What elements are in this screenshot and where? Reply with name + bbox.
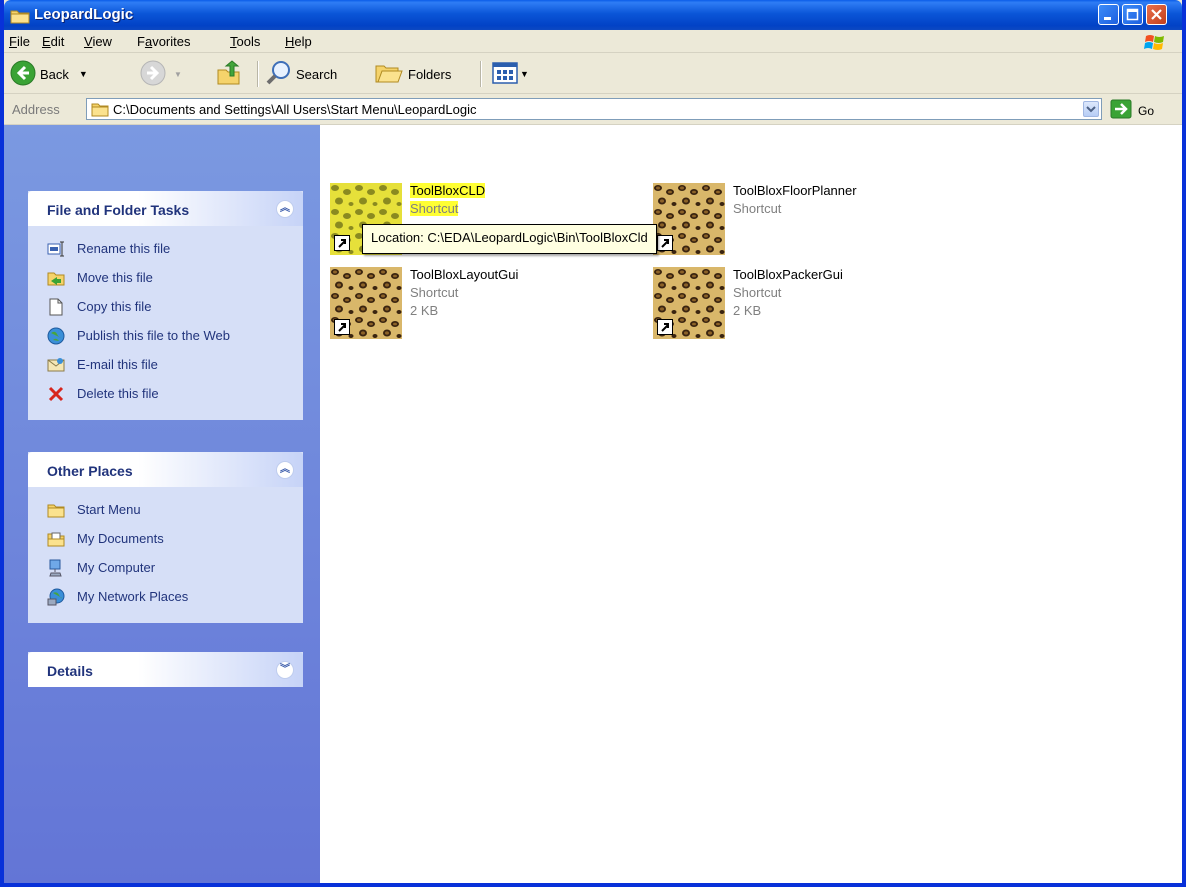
title-bar[interactable]: LeopardLogic [4, 0, 1182, 30]
window-title: LeopardLogic [34, 6, 134, 23]
views-button[interactable]: ▼ [492, 61, 529, 88]
rename-icon [47, 240, 65, 258]
minimize-button[interactable] [1098, 4, 1119, 25]
go-button[interactable]: Go [1110, 99, 1154, 122]
toolbar-separator [257, 61, 259, 87]
place-my-network[interactable]: My Network Places [47, 582, 303, 611]
file-type: Shortcut [733, 201, 782, 216]
collapse-chevron-icon[interactable]: ︽ [276, 461, 294, 479]
folders-button[interactable]: Folders [374, 62, 451, 86]
location-tooltip: Location: C:\EDA\LeopardLogic\Bin\ToolBl… [362, 224, 657, 254]
task-email[interactable]: E-mail this file [47, 350, 303, 379]
shortcut-arrow-icon [334, 319, 350, 335]
search-button[interactable]: Search [266, 60, 338, 89]
folders-label: Folders [408, 66, 452, 82]
file-type: Shortcut [410, 201, 459, 216]
file-size: 2 KB [410, 303, 439, 318]
delete-x-icon [47, 385, 65, 403]
task-delete[interactable]: Delete this file [47, 379, 303, 408]
file-list-view: ToolBloxCLD Shortcut ToolBloxFloorPlanne… [320, 125, 1182, 883]
go-label: Go [1138, 103, 1155, 118]
address-value: C:\Documents and Settings\All Users\Star… [113, 102, 477, 117]
task-pane: File and Folder Tasks ︽ Rename this file… [4, 125, 320, 883]
file-size: 2 KB [733, 303, 762, 318]
task-copy[interactable]: Copy this file [47, 292, 303, 321]
address-label: Address [12, 102, 60, 117]
back-button[interactable]: Back ▼ [10, 60, 88, 89]
standard-toolbar: Back ▼ ▼ Search Folders ▼ [4, 53, 1182, 94]
place-start-menu[interactable]: Start Menu [47, 495, 303, 524]
panel-title: Details [47, 663, 93, 679]
menu-view[interactable]: View [84, 34, 112, 49]
panel-title: File and Folder Tasks [47, 202, 190, 218]
search-icon [266, 60, 292, 89]
folders-icon [374, 60, 404, 89]
task-rename[interactable]: Rename this file [47, 234, 303, 263]
folder-icon [10, 8, 30, 27]
search-label: Search [296, 66, 338, 82]
up-folder-icon [216, 59, 242, 89]
shortcut-arrow-icon [657, 235, 673, 251]
close-button[interactable] [1146, 4, 1167, 25]
file-item[interactable]: ToolBloxPackerGui Shortcut 2 KB [653, 267, 953, 339]
menu-edit[interactable]: Edit [42, 34, 64, 49]
copy-icon [47, 298, 65, 316]
explorer-window: LeopardLogic File Edit View Favorites To… [0, 0, 1186, 887]
file-type: Shortcut [733, 285, 782, 300]
file-item[interactable]: ToolBloxLayoutGui Shortcut 2 KB [330, 267, 630, 339]
details-panel: Details ︾ [28, 652, 303, 687]
forward-arrow-icon [140, 60, 166, 89]
file-folder-tasks-panel: File and Folder Tasks ︽ Rename this file… [28, 191, 303, 420]
my-computer-icon [47, 559, 65, 577]
other-places-header[interactable]: Other Places ︽ [28, 452, 303, 487]
email-icon [47, 356, 65, 374]
place-my-computer[interactable]: My Computer [47, 553, 303, 582]
file-type: Shortcut [410, 285, 459, 300]
back-arrow-icon [10, 60, 36, 89]
views-icon [492, 61, 518, 88]
move-icon [47, 269, 65, 287]
menu-tools[interactable]: Tools [230, 34, 260, 49]
panel-title: Other Places [47, 463, 133, 479]
file-name: ToolBloxFloorPlanner [733, 183, 857, 198]
file-folder-tasks-header[interactable]: File and Folder Tasks ︽ [28, 191, 303, 226]
views-dropdown-icon[interactable]: ▼ [520, 69, 529, 79]
forward-button[interactable]: ▼ [140, 60, 182, 89]
menu-favorites[interactable]: Favorites [137, 34, 190, 49]
back-dropdown-icon[interactable]: ▼ [79, 69, 88, 79]
folder-icon [47, 501, 65, 519]
my-documents-icon [47, 530, 65, 548]
task-publish[interactable]: Publish this file to the Web [47, 321, 303, 350]
file-name: ToolBloxCLD [410, 183, 486, 198]
network-places-icon [47, 588, 65, 606]
file-item[interactable]: ToolBloxFloorPlanner Shortcut [653, 183, 953, 255]
shortcut-arrow-icon [657, 319, 673, 335]
up-folder-button[interactable] [216, 59, 242, 89]
other-places-panel: Other Places ︽ Start Menu My Documents M… [28, 452, 303, 623]
maximize-button[interactable] [1122, 4, 1143, 25]
collapse-chevron-icon[interactable]: ︽ [276, 200, 294, 218]
back-label: Back [40, 66, 69, 82]
go-arrow-icon [1110, 99, 1132, 122]
task-move[interactable]: Move this file [47, 263, 303, 292]
address-field[interactable]: C:\Documents and Settings\All Users\Star… [86, 98, 1102, 120]
address-bar: Address C:\Documents and Settings\All Us… [4, 94, 1182, 125]
place-my-documents[interactable]: My Documents [47, 524, 303, 553]
expand-chevron-icon[interactable]: ︾ [276, 661, 294, 679]
menu-file[interactable]: File [9, 34, 30, 49]
file-name: ToolBloxPackerGui [733, 267, 843, 282]
menu-bar: File Edit View Favorites Tools Help [4, 30, 1182, 53]
shortcut-arrow-icon [334, 235, 350, 251]
details-header[interactable]: Details ︾ [28, 652, 303, 687]
file-name: ToolBloxLayoutGui [410, 267, 519, 282]
forward-dropdown-icon: ▼ [174, 69, 182, 79]
folder-icon [91, 102, 109, 120]
publish-web-icon [47, 327, 65, 345]
menu-help[interactable]: Help [285, 34, 312, 49]
toolbar-separator [480, 61, 482, 87]
address-dropdown-button[interactable] [1083, 101, 1099, 117]
